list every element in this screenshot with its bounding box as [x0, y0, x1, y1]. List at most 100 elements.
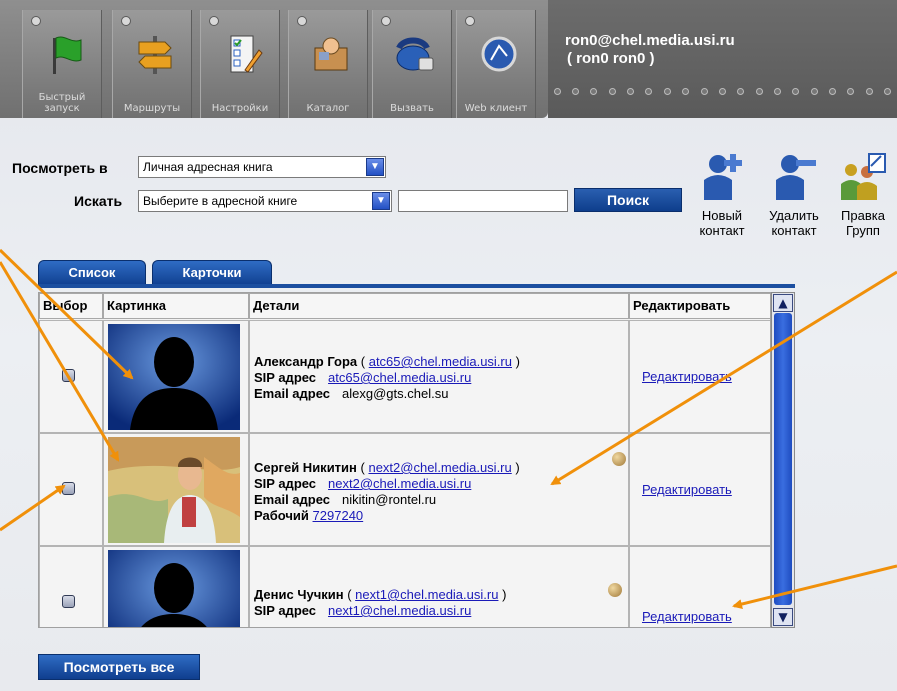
web-client-button[interactable]: Web клиент [456, 10, 536, 118]
sip-link[interactable]: atc65@chel.media.usi.ru [328, 370, 471, 385]
contact-name: Сергей Никитин [254, 460, 357, 475]
header-details: Детали [249, 293, 629, 319]
work-phone-label: Рабочий [254, 508, 309, 523]
settings-label: Настройки [211, 103, 269, 114]
email-label: Email адрес [254, 386, 331, 401]
tab-underline [38, 284, 795, 288]
edit-groups-icon [841, 153, 886, 200]
toolbar-dots [548, 88, 897, 98]
tab-list[interactable]: Список [38, 260, 146, 286]
settings-button[interactable]: Настройки [200, 10, 280, 118]
phone-icon [396, 37, 434, 71]
sip-label: SIP адрес [254, 476, 317, 491]
quick-launch-button[interactable]: Быстрый запуск [22, 10, 102, 118]
contacts-table: Выбор Картинка Детали Редактировать Алек… [38, 292, 771, 628]
contact-name-link[interactable]: next1@chel.media.usi.ru [355, 587, 498, 602]
scrollbar-thumb[interactable] [774, 313, 792, 605]
scroll-up-icon[interactable]: ▲ [773, 294, 793, 312]
search-input[interactable] [398, 190, 568, 212]
search-field-value: Выберите в адресной книге [143, 194, 298, 208]
sip-link[interactable]: next1@chel.media.usi.ru [328, 603, 471, 618]
hole-icon [121, 16, 131, 26]
details-cell: Сергей Никитин ( next2@chel.media.usi.ru… [249, 433, 629, 546]
user-info: ron0@chel.media.usi.ru ( ron0 ron0 ) [565, 32, 735, 68]
new-contact-label: Новый контакт [699, 208, 745, 238]
edit-groups-button[interactable]: Правка Групп [832, 150, 894, 238]
select-cell [39, 433, 103, 546]
catalog-label: Каталог [306, 103, 350, 114]
address-book-select[interactable]: Личная адресная книга ▼ [138, 156, 386, 178]
dropdown-arrow-icon: ▼ [366, 158, 384, 176]
contact-photo [108, 437, 240, 543]
table-row: Александр Гора ( atc65@chel.media.usi.ru… [39, 320, 770, 433]
email-value: nikitin@rontel.ru [342, 492, 437, 507]
header-select: Выбор [39, 293, 103, 319]
search-button[interactable]: Поиск [574, 188, 682, 212]
user-name: ( ron0 ron0 ) [567, 50, 655, 67]
contact-details: Сергей Никитин ( next2@chel.media.usi.ru… [254, 460, 520, 523]
main-toolbar: Быстрый запуск Маршруты Настройки Катало… [0, 0, 897, 128]
contact-name-link[interactable]: next2@chel.media.usi.ru [368, 460, 511, 475]
row-checkbox[interactable] [62, 369, 75, 382]
delete-contact-button[interactable]: Удалить контакт [758, 150, 830, 238]
catalog-icon [314, 37, 348, 71]
avatar-placeholder [108, 550, 240, 627]
address-book-value: Личная адресная книга [143, 160, 273, 174]
edit-groups-label: Правка Групп [841, 208, 885, 238]
edit-link[interactable]: Редактировать [642, 482, 732, 497]
search-field-select[interactable]: Выберите в адресной книге ▼ [138, 190, 392, 212]
routes-button[interactable]: Маршруты [112, 10, 192, 118]
header-edit: Редактировать [629, 293, 770, 319]
contact-details: Денис Чучкин ( next1@chel.media.usi.ru )… [254, 587, 507, 618]
web-client-icon [481, 36, 517, 72]
select-cell [39, 546, 103, 627]
select-cell [39, 320, 103, 433]
picture-cell [103, 320, 249, 433]
table-scrollbar[interactable]: ▲ ▼ [771, 292, 795, 628]
web-client-label: Web клиент [464, 103, 528, 114]
call-label: Вызвать [390, 103, 434, 114]
route-sign-icon [138, 36, 172, 74]
table-header: Выбор Картинка Детали Редактировать [39, 293, 770, 319]
sip-label: SIP адрес [254, 603, 317, 618]
header-picture: Картинка [103, 293, 249, 319]
table-row: Денис Чучкин ( next1@chel.media.usi.ru )… [39, 546, 770, 627]
avatar-placeholder [108, 324, 240, 430]
details-cell: Александр Гора ( atc65@chel.media.usi.ru… [249, 320, 629, 433]
edit-cell: Редактировать [629, 546, 770, 627]
settings-checklist-icon [230, 35, 263, 73]
contact-name: Денис Чучкин [254, 587, 344, 602]
sip-link[interactable]: next2@chel.media.usi.ru [328, 476, 471, 491]
tab-cards[interactable]: Карточки [152, 260, 272, 286]
flag-icon [53, 36, 82, 74]
new-contact-button[interactable]: Новый контакт [690, 150, 754, 238]
new-contact-icon [704, 154, 742, 200]
user-email: ron0@chel.media.usi.ru [565, 32, 735, 49]
row-checkbox[interactable] [62, 595, 75, 608]
delete-contact-icon [776, 155, 816, 200]
contact-name-link[interactable]: atc65@chel.media.usi.ru [369, 354, 512, 369]
search-label: Искать [74, 193, 123, 209]
hole-icon [381, 16, 391, 26]
email-value: alexg@gts.chel.su [342, 386, 449, 401]
view-in-label: Посмотреть в [12, 160, 108, 176]
table-row: Сергей Никитин ( next2@chel.media.usi.ru… [39, 433, 770, 546]
call-button[interactable]: Вызвать [372, 10, 452, 118]
hole-icon [297, 16, 307, 26]
delete-contact-label: Удалить контакт [769, 208, 819, 238]
email-label: Email адрес [254, 492, 331, 507]
catalog-button[interactable]: Каталог [288, 10, 368, 118]
work-phone-link[interactable]: 7297240 [313, 508, 364, 523]
picture-cell [103, 433, 249, 546]
hole-icon [31, 16, 41, 26]
contact-details: Александр Гора ( atc65@chel.media.usi.ru… [254, 354, 520, 401]
routes-label: Маршруты [123, 103, 181, 114]
contact-name: Александр Гора [254, 354, 358, 369]
scroll-down-icon[interactable]: ▼ [773, 608, 793, 626]
quick-launch-label: Быстрый запуск [38, 92, 86, 114]
edit-link[interactable]: Редактировать [642, 369, 732, 384]
dropdown-arrow-icon: ▼ [372, 192, 390, 210]
edit-link[interactable]: Редактировать [642, 609, 732, 624]
view-all-button[interactable]: Посмотреть все [38, 654, 200, 680]
row-checkbox[interactable] [62, 482, 75, 495]
